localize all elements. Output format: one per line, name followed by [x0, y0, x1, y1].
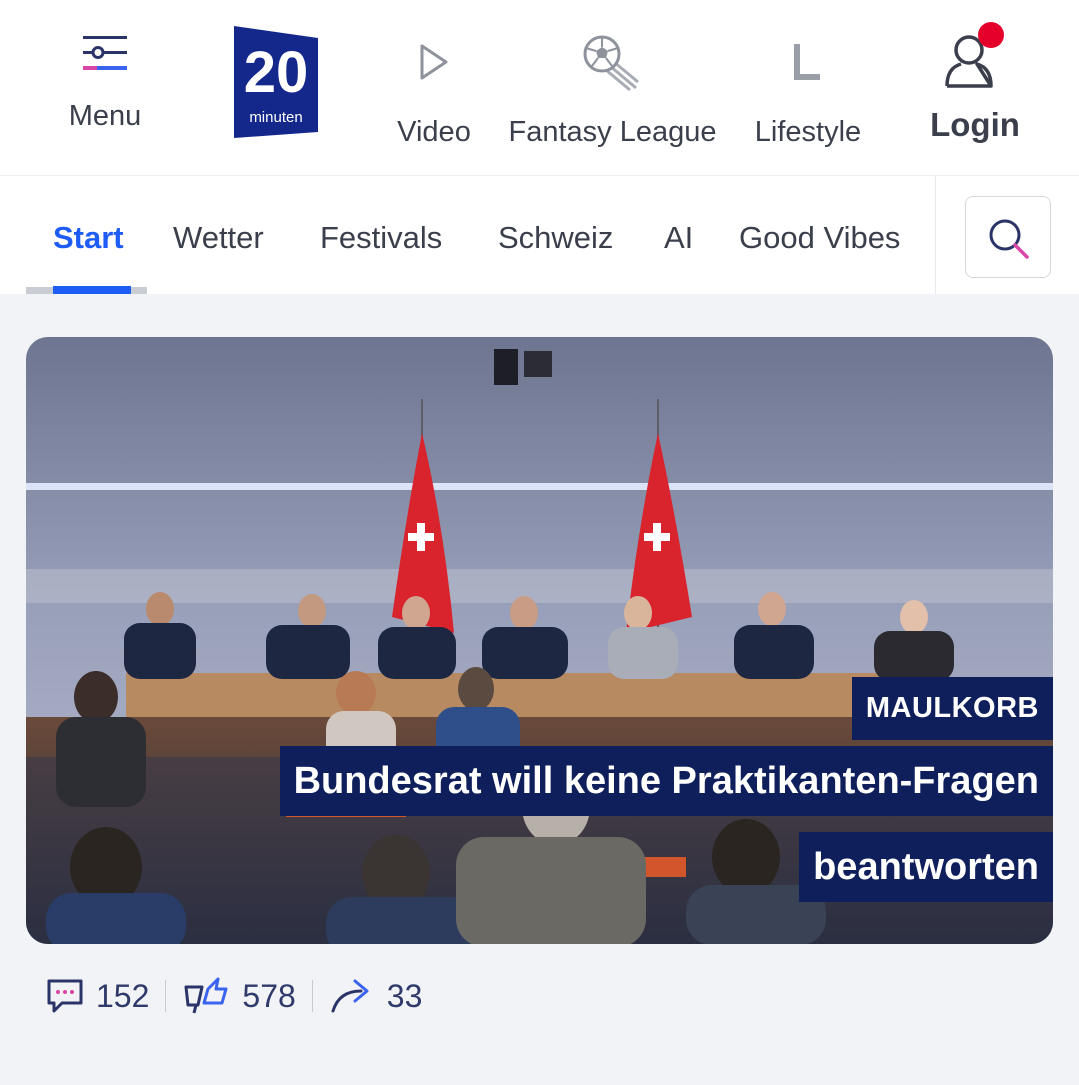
- comments-count: 152: [96, 977, 150, 1014]
- reactions-stat[interactable]: 578: [182, 977, 296, 1015]
- tab-start[interactable]: Start: [53, 220, 124, 256]
- article-kicker: MAULKORB: [851, 677, 1053, 740]
- main-content: MAULKORB Bundesrat will keine Praktikant…: [0, 294, 1079, 1085]
- article-teaser[interactable]: MAULKORB Bundesrat will keine Praktikant…: [26, 337, 1053, 944]
- reactions-count: 578: [242, 977, 296, 1014]
- share-icon: [331, 979, 369, 1013]
- search-icon: [989, 219, 1029, 259]
- stat-divider: [165, 980, 167, 1012]
- top-header: Menu 20 minuten Video Fantasy League Lif…: [0, 0, 1079, 176]
- thumbs-reaction-icon: [184, 977, 228, 1014]
- 20-minuten-logo[interactable]: 20 minuten: [232, 24, 320, 140]
- share-stat[interactable]: 33: [329, 977, 423, 1015]
- notification-dot: [978, 22, 1004, 48]
- section-tabs: Start Wetter Festivals Schweiz AI Good V…: [0, 176, 1079, 295]
- tab-schweiz[interactable]: Schweiz: [498, 220, 613, 256]
- login-label: Login: [930, 106, 1020, 143]
- nav-video-label: Video: [397, 116, 471, 148]
- play-icon: [420, 44, 448, 80]
- tab-good-vibes[interactable]: Good Vibes: [739, 220, 900, 256]
- football-icon: [583, 35, 639, 92]
- menu-button[interactable]: Menu: [62, 0, 148, 175]
- comments-stat[interactable]: 152: [46, 977, 149, 1015]
- tab-wetter[interactable]: Wetter: [173, 220, 264, 256]
- article-headline-line-1[interactable]: Bundesrat will keine Praktikanten-Fragen: [279, 746, 1053, 816]
- search-button[interactable]: [965, 196, 1051, 278]
- svg-text:minuten: minuten: [249, 109, 302, 126]
- menu-icon: [83, 36, 127, 70]
- nav-fantasy-league[interactable]: Fantasy League: [500, 0, 725, 175]
- nav-lifestyle[interactable]: Lifestyle: [746, 0, 870, 175]
- tab-ai[interactable]: AI: [664, 220, 693, 256]
- tabs-divider: [935, 176, 936, 294]
- comment-icon: [47, 979, 83, 1013]
- nav-fantasy-label: Fantasy League: [508, 116, 717, 148]
- article-stats: 152 578 33: [46, 974, 422, 1018]
- tab-festivals[interactable]: Festivals: [320, 220, 442, 256]
- nav-lifestyle-label: Lifestyle: [754, 116, 862, 148]
- svg-text:20: 20: [244, 40, 309, 105]
- user-icon: [945, 22, 1004, 88]
- lifestyle-icon: [794, 44, 820, 80]
- article-headline-line-2[interactable]: beantworten: [799, 832, 1053, 902]
- stat-divider: [311, 980, 313, 1012]
- menu-label: Menu: [68, 100, 142, 132]
- login-button[interactable]: Login: [925, 0, 1025, 175]
- nav-video[interactable]: Video: [390, 0, 478, 175]
- shares-count: 33: [386, 977, 423, 1014]
